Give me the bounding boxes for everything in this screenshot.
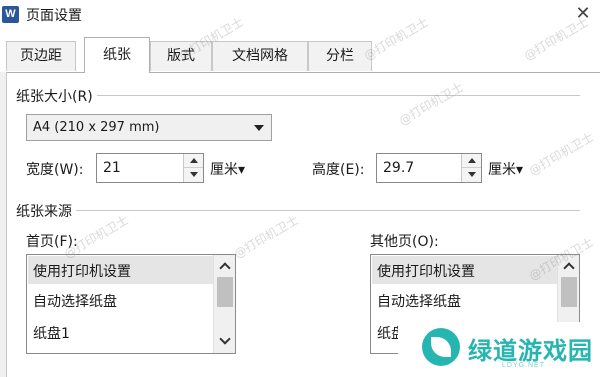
scroll-up-icon[interactable] [219, 262, 231, 274]
arrow-up-icon [468, 158, 476, 163]
list-item[interactable]: 自动选择纸盘 [33, 291, 117, 311]
list-item[interactable]: 自动选择纸盘 [377, 291, 461, 311]
site-logo: 绿道游戏园 LDYG.NET [398, 322, 600, 377]
group-divider-paper-source [16, 210, 580, 211]
tab-columns[interactable]: 分栏 [308, 41, 372, 71]
list-item[interactable]: 使用打印机设置 [377, 261, 475, 281]
height-label: 高度(E): [312, 162, 365, 178]
width-decrement-button[interactable] [184, 168, 203, 182]
width-value: 21 [103, 160, 121, 176]
first-page-listbox[interactable]: 使用打印机设置 自动选择纸盘 纸盘1 [26, 254, 236, 354]
height-decrement-button[interactable] [462, 168, 481, 182]
tab-margins[interactable]: 页边距 [6, 41, 76, 71]
list-item[interactable]: 纸盘1 [33, 323, 70, 343]
paper-size-select[interactable]: A4 (210 x 297 mm) [26, 114, 272, 141]
logo-subtext: LDYG.NET [502, 362, 546, 369]
arrow-down-icon [468, 172, 476, 177]
arrow-down-icon [190, 172, 198, 177]
group-divider-paper-size [16, 95, 580, 96]
tab-document-grid[interactable]: 文档网格 [212, 41, 308, 71]
dialog-title: 页面设置 [26, 8, 82, 24]
height-input[interactable]: 29.7 [376, 153, 482, 183]
height-unit-dropdown[interactable]: 厘米▾ [488, 159, 523, 179]
width-unit-dropdown[interactable]: 厘米▾ [210, 159, 245, 179]
paper-source-group-label: 纸张来源 [16, 201, 76, 221]
width-label: 宽度(W): [26, 162, 84, 178]
scroll-down-icon[interactable] [219, 333, 231, 345]
width-spinner [183, 154, 203, 182]
vertical-scrollbar[interactable] [213, 255, 235, 353]
logo-text: 绿道游戏园 [468, 337, 593, 365]
height-spinner [461, 154, 481, 182]
height-increment-button[interactable] [462, 154, 481, 168]
dropdown-arrow-icon [254, 125, 264, 131]
paper-size-value: A4 (210 x 297 mm) [33, 120, 160, 135]
paper-size-group-label: 纸张大小(R) [16, 86, 97, 106]
height-value: 29.7 [383, 160, 415, 176]
list-item[interactable]: 使用打印机设置 [33, 261, 131, 281]
width-input[interactable]: 21 [96, 153, 204, 183]
arrow-up-icon [190, 158, 198, 163]
scroll-thumb[interactable] [561, 277, 577, 307]
leaf-logo-icon [422, 328, 460, 366]
tab-paper[interactable]: 纸张 [84, 37, 150, 73]
other-pages-label: 其他页(O): [370, 234, 439, 250]
word-app-icon: W [2, 6, 19, 23]
title-bar [0, 0, 600, 30]
width-increment-button[interactable] [184, 154, 203, 168]
scroll-thumb[interactable] [217, 277, 233, 307]
